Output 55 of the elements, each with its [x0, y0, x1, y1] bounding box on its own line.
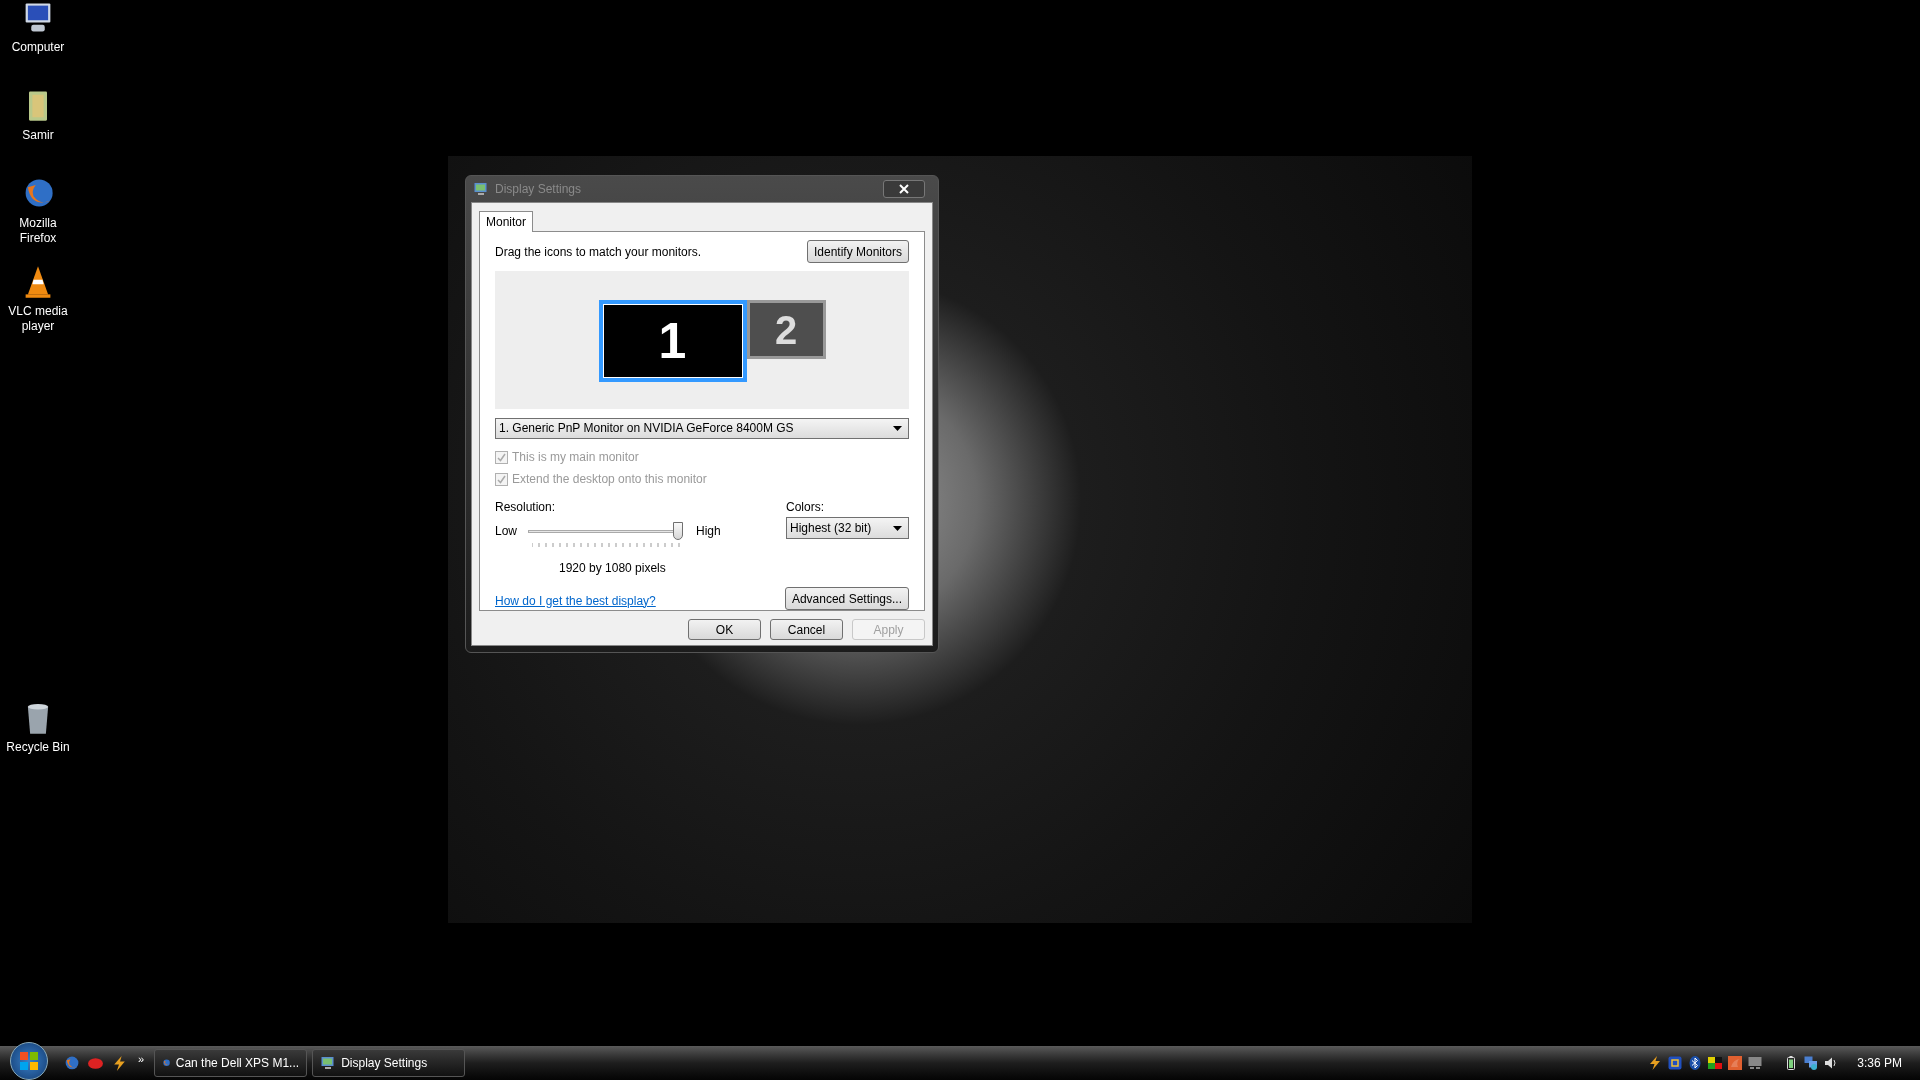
network-icon — [1803, 1055, 1820, 1071]
resolution-label: Resolution: — [495, 499, 557, 516]
checkbox-label: This is my main monitor — [512, 449, 639, 466]
close-icon — [899, 184, 909, 194]
monitor-number: 2 — [774, 309, 798, 350]
monitor-number: 1 — [658, 316, 687, 366]
window-title: Display Settings — [495, 181, 582, 198]
slider-thumb[interactable] — [673, 522, 684, 540]
help-link[interactable]: How do I get the best display? — [495, 591, 656, 610]
desktop-shortcut[interactable]: Samir — [2, 88, 74, 143]
monitor-dropdown[interactable]: 1. Generic PnP Monitor on NVIDIA GeForce 8400M GS — [495, 417, 909, 439]
shortcut-label: Computer — [11, 40, 65, 55]
checkmark-icon — [497, 452, 506, 462]
screen-icon — [1747, 1055, 1764, 1071]
desktop-shortcut[interactable]: Computer — [2, 0, 74, 55]
windows-logo-icon — [19, 1051, 39, 1071]
monitor-icon — [473, 181, 489, 197]
advanced-settings-button[interactable]: Advanced Settings... — [784, 587, 909, 610]
instruction-text: Drag the icons to match your monitors. — [495, 243, 702, 261]
dropdown-caret-icon — [893, 525, 902, 531]
resolution-value: 1920 by 1080 pixels — [559, 560, 667, 577]
slider-max-label: High — [696, 523, 721, 540]
slider-min-label: Low — [495, 523, 518, 540]
monitor-icon — [320, 1055, 337, 1071]
dialog-button[interactable]: OK — [688, 619, 761, 640]
close-button[interactable] — [883, 180, 925, 198]
shortcut-label: Samir — [22, 128, 54, 143]
start-button[interactable] — [10, 1042, 48, 1080]
shortcut-label: Recycle Bin — [6, 740, 70, 755]
dialog-button[interactable]: Cancel — [770, 619, 843, 640]
checkmark-icon — [497, 474, 506, 484]
checkbox-label: Extend the desktop onto this monitor — [512, 471, 707, 488]
desktop-shortcut[interactable]: VLC media player — [2, 264, 74, 334]
clock[interactable]: 3:36 PM — [1857, 1054, 1902, 1072]
taskbar-button[interactable]: Can the Dell XPS M1... — [154, 1049, 308, 1077]
tab[interactable]: Monitor — [479, 211, 533, 232]
tray-icon-button[interactable] — [1727, 1055, 1744, 1071]
colors-dropdown[interactable]: Highest (32 bit) — [786, 517, 909, 539]
desktop-shortcut[interactable]: Recycle Bin — [2, 700, 74, 755]
shortcut-label: Mozilla Firefox — [18, 216, 58, 246]
desktop-shortcut[interactable]: Mozilla Firefox — [2, 176, 74, 246]
identify-monitors-button[interactable]: Identify Monitors — [806, 240, 909, 263]
shortcut-label: VLC media player — [7, 304, 69, 334]
monitor-tile[interactable]: 1 — [598, 300, 747, 382]
monitor-tile[interactable]: 2 — [746, 300, 826, 359]
color-squares-icon — [1707, 1055, 1724, 1071]
colors-label: Colors: — [786, 499, 825, 516]
dropdown-caret-icon — [893, 425, 902, 431]
tray-icon-button[interactable] — [1707, 1055, 1724, 1071]
tray-icon-button[interactable] — [1667, 1055, 1684, 1071]
tray-icon-button[interactable] — [1803, 1055, 1820, 1071]
flame-icon — [1727, 1055, 1744, 1071]
sync-icon — [1667, 1055, 1684, 1071]
taskbar-button[interactable]: Display Settings — [312, 1049, 466, 1077]
overflow-chevron[interactable]: » — [138, 1050, 145, 1068]
